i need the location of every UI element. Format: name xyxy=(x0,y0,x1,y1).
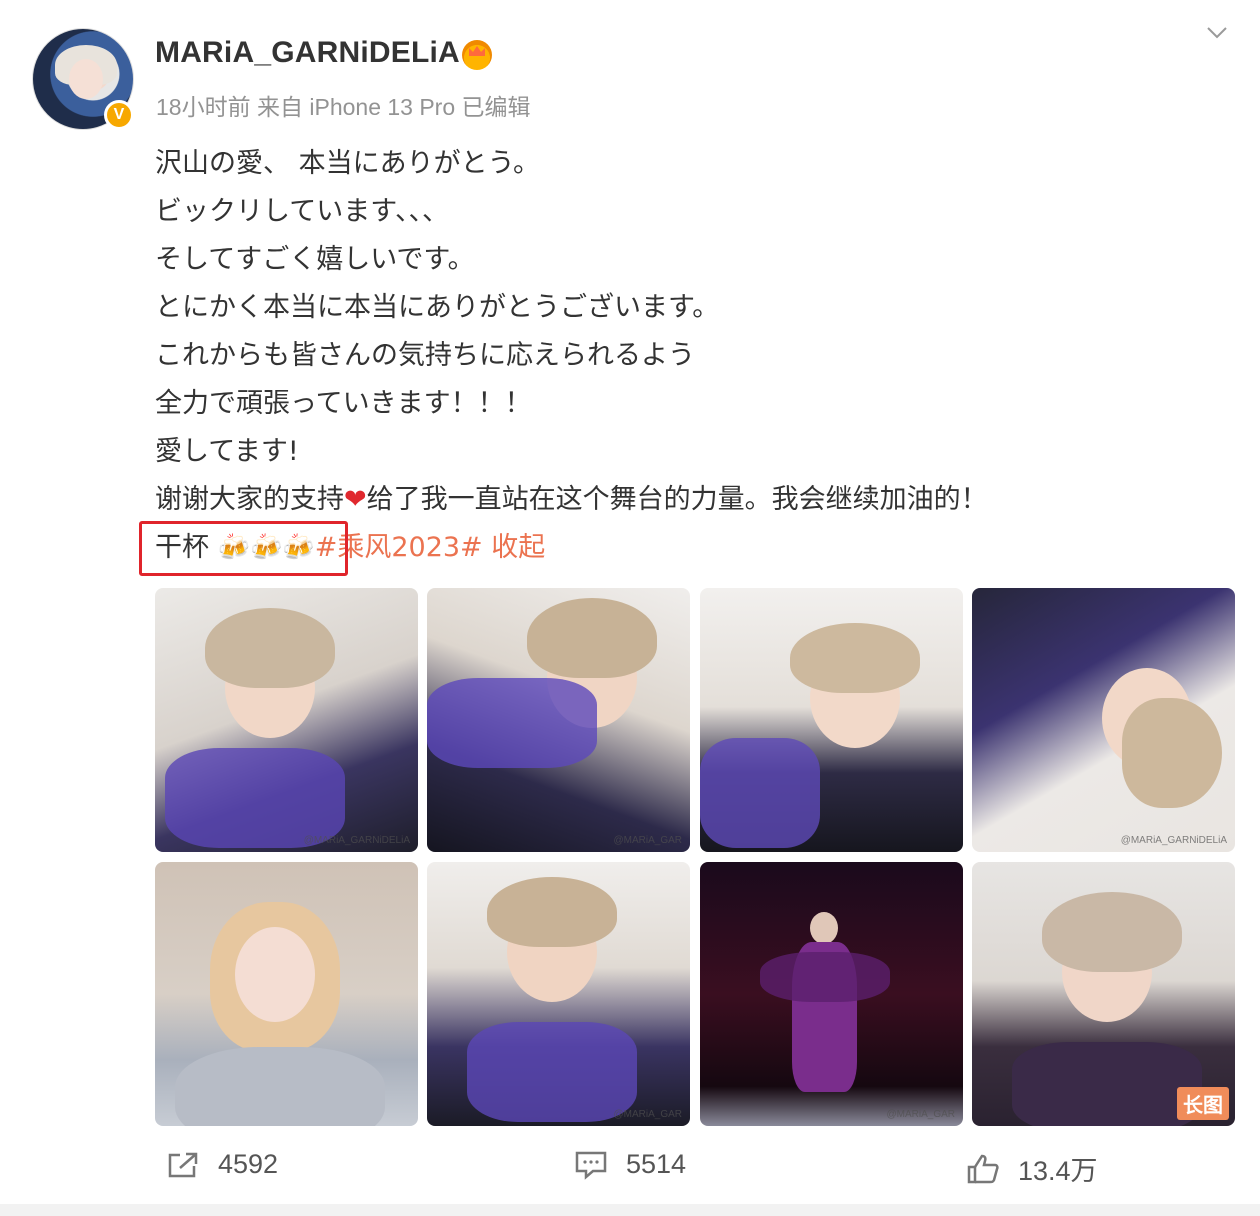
highlight-box xyxy=(139,521,348,576)
post-line-thanks: 谢谢大家的支持❤给了我一直站在这个舞台的力量。我会继续加油的！ xyxy=(155,476,988,524)
photo-watermark: @MARiA_GAR xyxy=(886,1109,956,1120)
post-meta: 18小时前 来自 iPhone 13 Pro 已编辑 xyxy=(156,94,531,120)
verified-badge-icon: V xyxy=(104,100,134,130)
thanks-text-start: 谢谢大家的支持 xyxy=(155,484,344,515)
post-line: とにかく本当に本当にありがとうございます。 xyxy=(155,292,720,323)
chevron-down-icon[interactable] xyxy=(1206,26,1228,40)
photo-watermark: @MARiA_GAR xyxy=(613,835,683,846)
avatar-face xyxy=(69,59,103,99)
photo-thumbnail[interactable]: @MARiA_GAR xyxy=(427,588,690,852)
like-count: 13.4万 xyxy=(1018,1156,1098,1186)
post-line: そしてすごく嬉しいです。 xyxy=(155,244,475,275)
crown-icon[interactable] xyxy=(462,40,492,70)
post-line: 愛してます! xyxy=(155,436,299,467)
photo-thumbnail[interactable]: @MARiA_GAR xyxy=(427,862,690,1126)
post-line: 全力で頑張っていきます！！！ xyxy=(155,388,532,419)
photo-thumbnail[interactable] xyxy=(700,588,963,852)
photo-thumbnail[interactable] xyxy=(155,862,418,1126)
collapse-link[interactable]: 收起 xyxy=(491,532,545,563)
post-line: 沢山の愛、 本当にありがとう。 xyxy=(155,148,540,179)
post-body: 沢山の愛、 本当にありがとう。 ビックリしています、、、 そしてすごく嬉しいです… xyxy=(155,140,988,572)
comment-count: 5514 xyxy=(626,1149,687,1179)
share-button[interactable]: 4592 xyxy=(166,1149,278,1180)
action-bar: 4592 5514 13.4万 xyxy=(0,1145,1260,1193)
photo-watermark: @MARiA_GARNiDELiA xyxy=(1120,835,1227,846)
like-button[interactable]: 13.4万 xyxy=(966,1149,1098,1188)
post-line: ビックリしています、、、 xyxy=(155,196,450,227)
thanks-text-end: 给了我一直站在这个舞台的力量。我会继续加油的！ xyxy=(366,484,988,515)
weibo-post-card: V MARiA_GARNiDELiA 18小时前 来自 iPhone 13 Pr… xyxy=(0,0,1260,1216)
photo-thumbnail[interactable]: 长图 xyxy=(972,862,1235,1126)
comment-button[interactable]: 5514 xyxy=(574,1149,686,1180)
photo-watermark: @MARiA_GAR xyxy=(613,1109,683,1120)
long-image-badge: 长图 xyxy=(1177,1087,1229,1120)
divider xyxy=(0,1204,1260,1216)
photo-thumbnail[interactable]: @MARiA_GARNiDELiA xyxy=(972,588,1235,852)
photo-thumbnail[interactable]: @MARiA_GARNiDELiA xyxy=(155,588,418,852)
post-line: これからも皆さんの気持ちに応えられるよう xyxy=(155,340,695,371)
comment-icon xyxy=(575,1151,607,1180)
like-icon xyxy=(967,1154,999,1183)
share-count: 4592 xyxy=(218,1149,279,1179)
photo-thumbnail[interactable]: @MARiA_GAR xyxy=(700,862,963,1126)
heart-emoji-icon: ❤ xyxy=(344,484,367,515)
username[interactable]: MARiA_GARNiDELiA xyxy=(155,36,460,70)
photo-watermark: @MARiA_GARNiDELiA xyxy=(303,835,410,846)
share-icon xyxy=(168,1152,198,1177)
